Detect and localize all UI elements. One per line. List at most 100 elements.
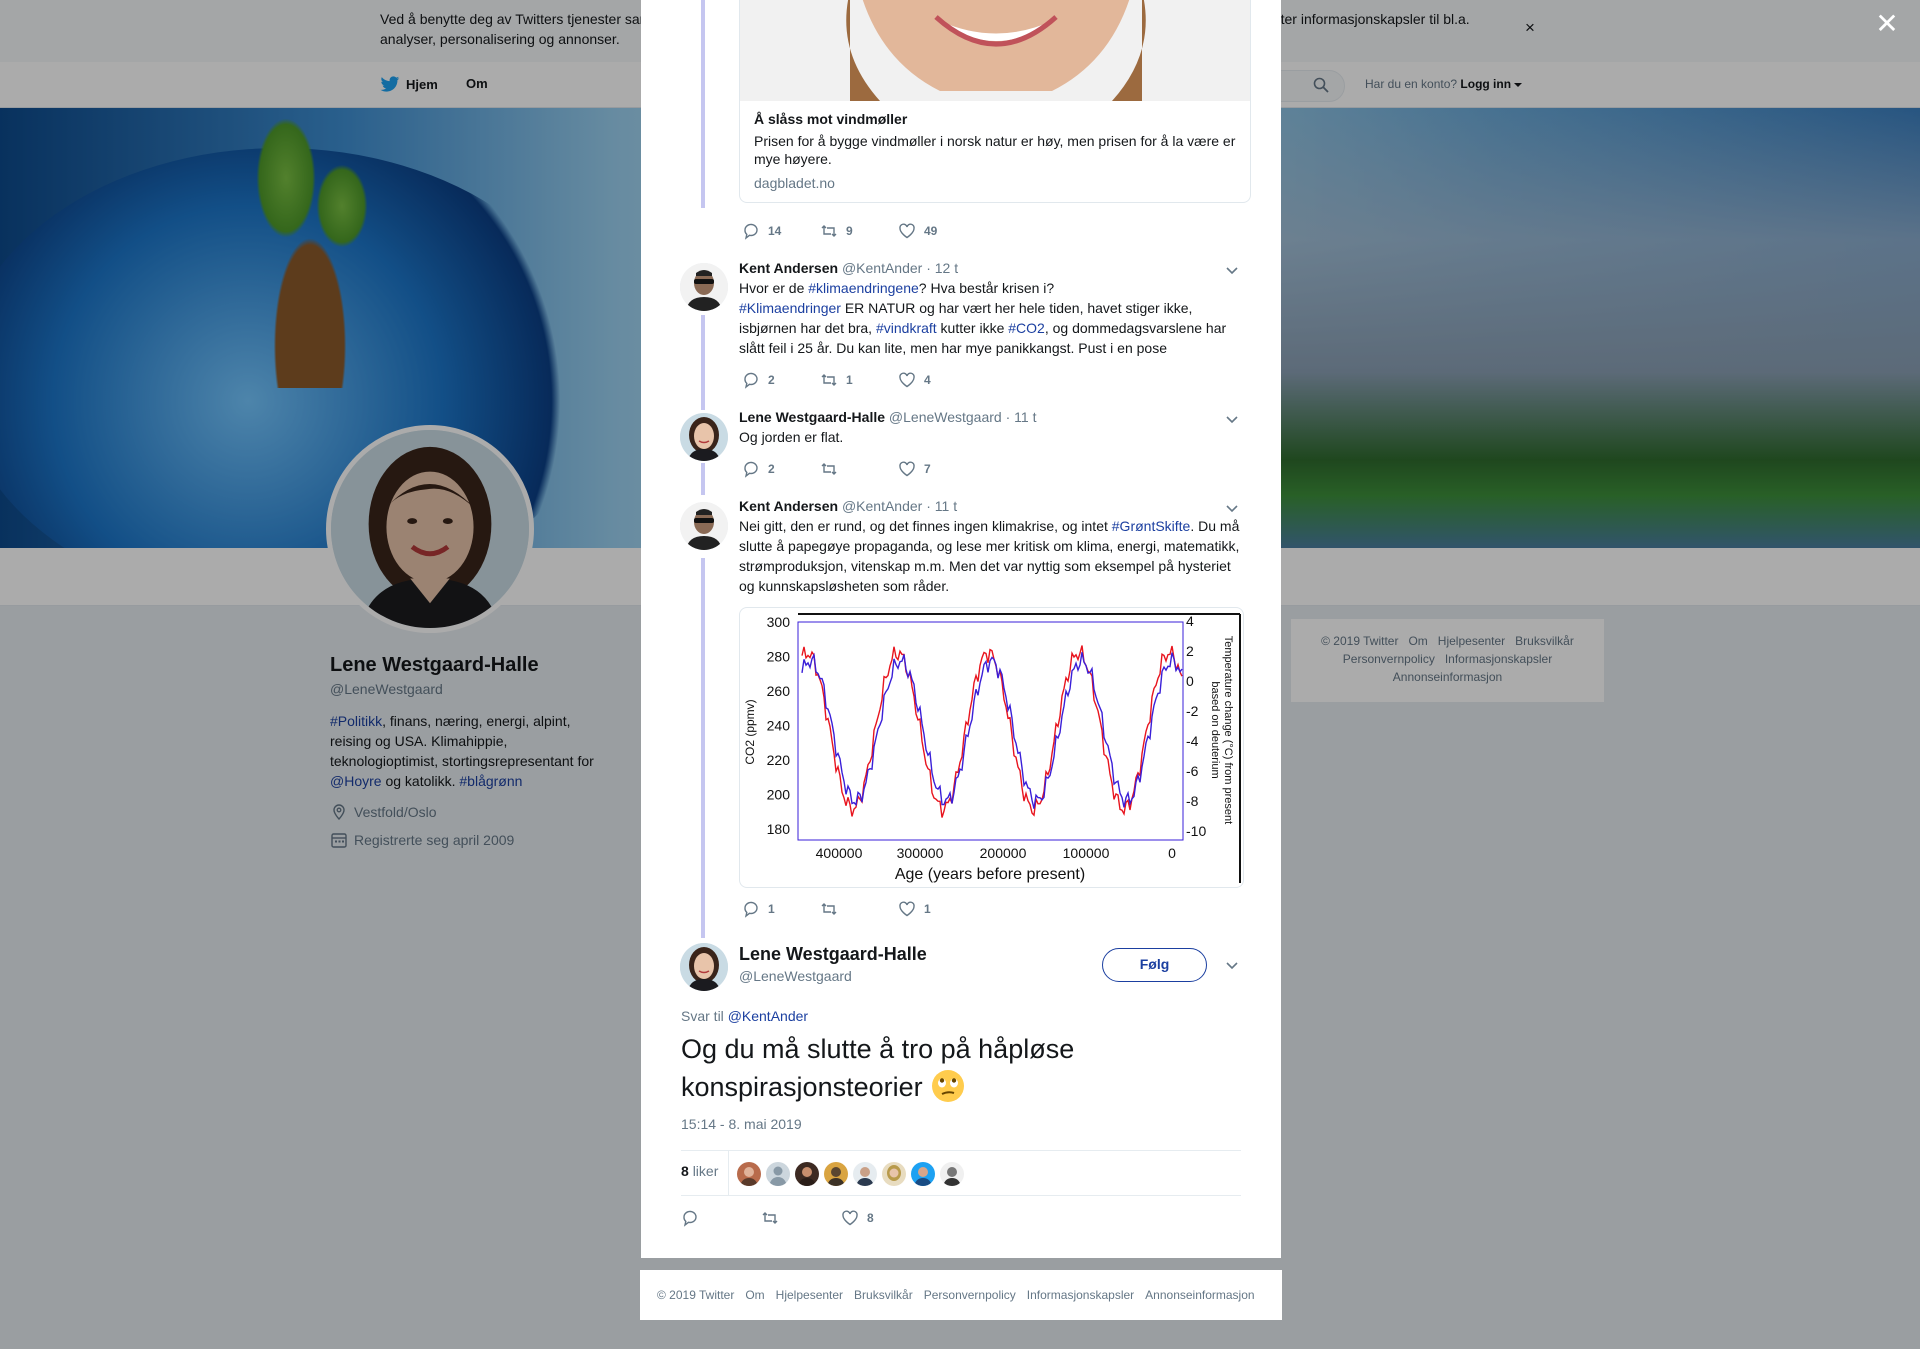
y-left-tick-label: 300 <box>767 614 791 630</box>
retweet-button[interactable] <box>820 460 898 478</box>
like-button[interactable]: 8 <box>841 1209 921 1227</box>
tweet-author-handle[interactable]: @KentAnder <box>842 260 922 276</box>
retweet-button[interactable]: 1 <box>820 371 898 389</box>
hashtag-link[interactable]: #vindkraft <box>876 320 937 336</box>
main-tweet-author-handle[interactable]: @LeneWestgaard <box>739 968 852 984</box>
y-left-tick-label: 220 <box>767 752 791 768</box>
reply-button[interactable]: 14 <box>742 222 820 240</box>
footer-link-informasjonskapsler[interactable]: Informasjonskapsler <box>1027 1288 1134 1302</box>
avatar[interactable] <box>680 413 728 461</box>
liker-avatar[interactable] <box>882 1162 906 1186</box>
x-tick-label: 400000 <box>816 845 863 861</box>
liker-avatars <box>737 1162 964 1186</box>
like-count: 4 <box>924 373 931 387</box>
tweet-author-handle[interactable]: @LeneWestgaard <box>889 409 1002 425</box>
footer-link-om[interactable]: Om <box>745 1288 764 1302</box>
tweet-time[interactable]: · 11 t <box>926 498 957 514</box>
liker-avatar[interactable] <box>911 1162 935 1186</box>
avatar[interactable] <box>680 943 728 991</box>
chevron-down-icon[interactable] <box>1225 958 1239 972</box>
tweet-text-part: Nei gitt, den er rund, og det finnes ing… <box>739 518 1112 534</box>
liker-avatar[interactable] <box>853 1162 877 1186</box>
tweet-author-name[interactable]: Kent Andersen <box>739 260 838 276</box>
likes-summary[interactable]: 8 liker <box>681 1163 718 1179</box>
close-icon[interactable]: ✕ <box>1873 10 1901 38</box>
reply-icon <box>683 1210 697 1227</box>
link-card[interactable]: Å slåss mot vindmøller Prisen for å bygg… <box>739 0 1251 203</box>
like-count: 1 <box>924 902 931 916</box>
tweet-actions: 1 1 <box>742 900 976 918</box>
reply-count: 1 <box>768 902 775 916</box>
chevron-down-icon[interactable] <box>1225 412 1239 426</box>
reply-button[interactable]: 2 <box>742 460 820 478</box>
liker-avatar[interactable] <box>824 1162 848 1186</box>
main-tweet-author-name[interactable]: Lene Westgaard-Halle <box>739 944 927 965</box>
reply-icon <box>744 223 758 240</box>
reply-mention-link[interactable]: @KentAnder <box>728 1008 808 1024</box>
tweet-text: Og jorden er flat. <box>739 429 844 445</box>
tweet-actions: 2 7 <box>742 460 976 478</box>
retweet-button[interactable]: 9 <box>820 222 898 240</box>
liker-avatar[interactable] <box>940 1162 964 1186</box>
avatar[interactable] <box>680 502 728 550</box>
like-button[interactable]: 4 <box>898 371 976 389</box>
retweet-icon <box>821 903 837 915</box>
y-left-tick-label: 260 <box>767 683 791 699</box>
tweet-author-handle[interactable]: @KentAnder <box>842 498 922 514</box>
retweet-count: 9 <box>846 224 853 238</box>
reply-count: 2 <box>768 462 775 476</box>
reply-button[interactable]: 1 <box>742 900 820 918</box>
y-right-tick-label: 4 <box>1186 613 1194 629</box>
tweet-author-name[interactable]: Lene Westgaard-Halle <box>739 409 885 425</box>
reply-count: 2 <box>768 373 775 387</box>
footer-link-bruksvilkar[interactable]: Bruksvilkår <box>854 1288 913 1302</box>
likes-label: liker <box>692 1163 719 1179</box>
avatar-kent <box>680 502 728 550</box>
retweet-button[interactable] <box>761 1209 841 1227</box>
y-left-tick-label: 240 <box>767 718 791 734</box>
tweet-time[interactable]: · 11 t <box>1006 409 1037 425</box>
heart-icon <box>899 223 915 239</box>
y-right-axis-label-line1: Temperature change (°C) from present <box>1222 636 1234 824</box>
avatar[interactable] <box>680 263 728 311</box>
reply-button[interactable]: 2 <box>742 371 820 389</box>
like-button[interactable]: 1 <box>898 900 976 918</box>
main-tweet-timestamp[interactable]: 15:14 - 8. mai 2019 <box>681 1116 802 1132</box>
tweet-header: Lene Westgaard-Halle @LeneWestgaard · 11… <box>739 409 1036 425</box>
reply-count: 14 <box>768 224 782 238</box>
y-right-tick-label: 0 <box>1186 673 1194 689</box>
retweet-button[interactable] <box>820 900 898 918</box>
x-tick-label: 300000 <box>897 845 944 861</box>
retweet-icon <box>821 225 837 237</box>
follow-button[interactable]: Følg <box>1102 948 1207 982</box>
heart-icon <box>899 901 915 917</box>
heart-icon <box>899 372 915 388</box>
footer-link-hjelpesenter[interactable]: Hjelpesenter <box>776 1288 843 1302</box>
card-tweet-actions: 14 9 49 <box>742 222 976 240</box>
like-button[interactable]: 7 <box>898 460 976 478</box>
chevron-down-icon[interactable] <box>1225 263 1239 277</box>
hashtag-link[interactable]: #Klimaendringer <box>739 300 841 316</box>
reply-button[interactable] <box>681 1209 761 1227</box>
hashtag-link[interactable]: #GrøntSkifte <box>1112 518 1191 534</box>
liker-avatar[interactable] <box>795 1162 819 1186</box>
thread-line-4 <box>701 315 705 410</box>
liker-avatar[interactable] <box>766 1162 790 1186</box>
like-button[interactable]: 49 <box>898 222 976 240</box>
tweet-image[interactable]: 300 280 260 240 220 200 180 4 2 0 -2 -4 -6 -8 -10 400… <box>739 607 1244 888</box>
tweet-time[interactable]: · 12 t <box>926 260 958 276</box>
liker-avatar[interactable] <box>737 1162 761 1186</box>
y-right-tick-label: -8 <box>1186 793 1199 809</box>
footer-link-annonseinformasjon[interactable]: Annonseinformasjon <box>1145 1288 1254 1302</box>
tweet-author-name[interactable]: Kent Andersen <box>739 498 838 514</box>
chevron-down-icon[interactable] <box>1225 501 1239 515</box>
hashtag-link[interactable]: #klimaendringene <box>808 280 919 296</box>
tweet-header: Kent Andersen @KentAnder · 12 t <box>739 260 958 276</box>
x-ticks: 400000 300000 200000 100000 0 <box>816 845 1176 861</box>
hashtag-link[interactable]: #CO2 <box>1008 320 1045 336</box>
divider <box>728 1151 729 1196</box>
tweet-header: Kent Andersen @KentAnder · 11 t <box>739 498 957 514</box>
reply-icon <box>744 901 758 918</box>
y-right-tick-label: -6 <box>1186 763 1199 779</box>
footer-link-personvern[interactable]: Personvernpolicy <box>924 1288 1016 1302</box>
